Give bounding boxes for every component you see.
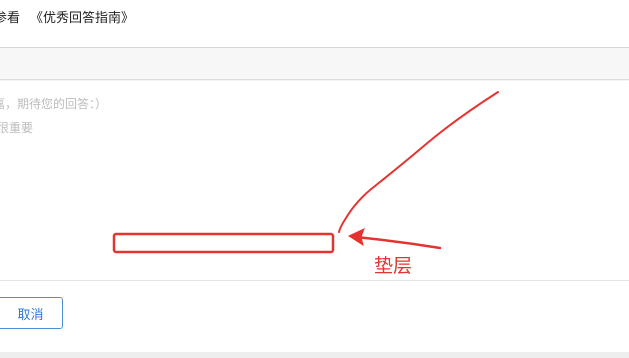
answer-guide-row: 参看 《优秀回答指南》 <box>0 6 134 26</box>
cancel-button[interactable]: 取消 <box>0 297 63 329</box>
editor-placeholder-line-1: 嘉，期待您的回答：） <box>0 97 108 111</box>
answer-editor[interactable]: 嘉，期待您的回答：） 很重要 <box>0 81 629 280</box>
annotation-label: 垫层 <box>374 255 413 277</box>
guide-prefix-text: 参看 <box>0 10 21 26</box>
editor-placeholder-line-2: 很重要 <box>0 121 34 135</box>
bottom-strip <box>0 352 629 358</box>
footer-divider <box>0 280 629 281</box>
editor-toolbar <box>0 48 629 80</box>
answer-guide-link[interactable]: 《优秀回答指南》 <box>30 7 134 26</box>
